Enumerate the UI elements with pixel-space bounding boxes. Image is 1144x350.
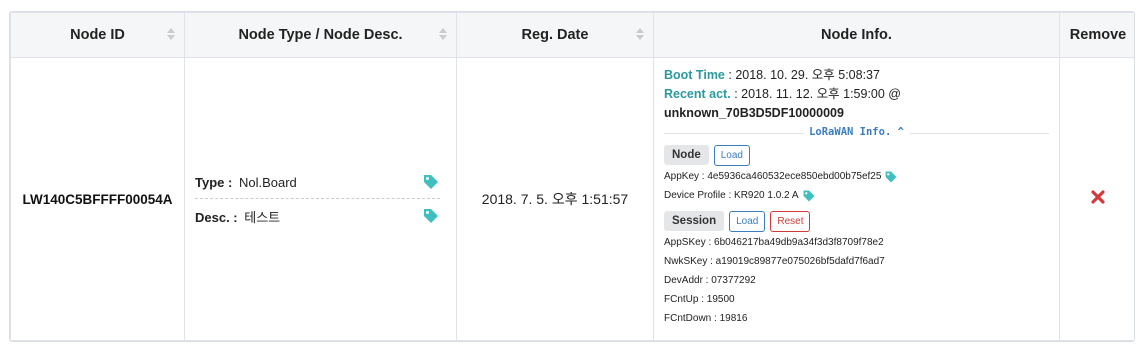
nwkskey: NwkSKey : a19019c89877e075026bf5dafd7f6a… [664,256,885,267]
device-name: unknown_70B3D5DF10000009 [664,106,844,120]
table-header-row: Node ID Node Type / Node Desc. Reg. Date… [10,12,1134,58]
divider [195,198,440,199]
node-actions: Node Load [664,143,1049,167]
session-load-button[interactable]: Load [729,210,766,232]
recent-act-label: Recent act. [664,87,731,101]
close-icon[interactable] [1090,189,1106,205]
node-id-cell: LW140C5BFFFF00054A [10,57,185,341]
lorawan-info-title[interactable]: LoRaWAN Info. ^ [803,126,910,138]
recent-activity: Recent act. : 2018. 11. 12. 오후 1:59:00 @ [664,85,1049,104]
boot-time-value: : 2018. 10. 29. 오후 5:08:37 [728,68,880,82]
lorawan-info-toggle[interactable]: LoRaWAN Info. ^ [664,126,1049,140]
header-node-info: Node Info. [653,12,1060,58]
type-text: Type : Nol.Board [195,175,297,190]
sort-icon[interactable] [167,28,175,42]
desc-value: 테스트 [244,209,281,225]
sort-icon[interactable] [636,28,644,42]
boot-time-label: Boot Time [664,68,725,82]
device-profile-text: Device Profile : KR920 1.0.2 A [664,190,799,201]
header-label: Remove [1069,27,1127,43]
fcntdown: FCntDown : 19816 [664,313,748,324]
device-profile: Device Profile : KR920 1.0.2 A [664,186,1049,205]
tag-icon[interactable] [802,189,816,203]
tag-icon[interactable] [422,207,440,225]
desc-row: Desc. : 테스트 [195,202,440,230]
reg-date-cell: 2018. 7. 5. 오후 1:51:57 [456,57,654,341]
appskey: AppSKey : 6b046217ba49db9a34f3d3f8709f78… [664,237,884,248]
table-row: LW140C5BFFFF00054A Type : Nol.Board Desc… [10,57,1134,341]
session-reset-button[interactable]: Reset [770,210,811,232]
node-table: Node ID Node Type / Node Desc. Reg. Date… [10,12,1134,341]
node-load-button[interactable]: Load [713,144,750,166]
node-info-cell: Boot Time : 2018. 10. 29. 오후 5:08:37 Rec… [653,57,1060,341]
recent-act-value: : 2018. 11. 12. 오후 1:59:00 @ [734,87,901,101]
desc-label: Desc. : [195,209,238,225]
header-node-id[interactable]: Node ID [10,12,185,58]
header-remove: Remove [1059,12,1134,58]
fcntup: FCntUp : 19500 [664,294,735,305]
header-label: Node Info. [821,27,892,43]
header-node-type[interactable]: Node Type / Node Desc. [184,12,457,58]
type-value: Nol.Board [238,174,297,190]
devaddr: DevAddr : 07377292 [664,275,756,286]
type-label: Type : [195,174,233,190]
header-label: Node ID [70,27,125,43]
node-type-cell: Type : Nol.Board Desc. : 테스트 [184,57,457,341]
header-reg-date[interactable]: Reg. Date [456,12,654,58]
header-label: Node Type / Node Desc. [238,27,403,43]
tag-icon[interactable] [884,170,898,184]
node-table-container: Node ID Node Type / Node Desc. Reg. Date… [9,11,1135,342]
desc-text: Desc. : 테스트 [195,207,280,226]
header-label: Reg. Date [521,27,589,43]
tag-icon[interactable] [422,173,440,191]
session-label-button: Session [664,211,725,231]
boot-time: Boot Time : 2018. 10. 29. 오후 5:08:37 [664,66,1049,85]
appkey-text: AppKey : 4e5936ca460532ece850ebd00b75ef2… [664,171,882,182]
appkey: AppKey : 4e5936ca460532ece850ebd00b75ef2… [664,167,1049,186]
type-row: Type : Nol.Board [195,168,440,196]
sort-icon[interactable] [439,28,447,42]
remove-cell [1059,57,1134,341]
node-label-button: Node [664,145,709,165]
session-actions: Session Load Reset [664,209,1049,233]
